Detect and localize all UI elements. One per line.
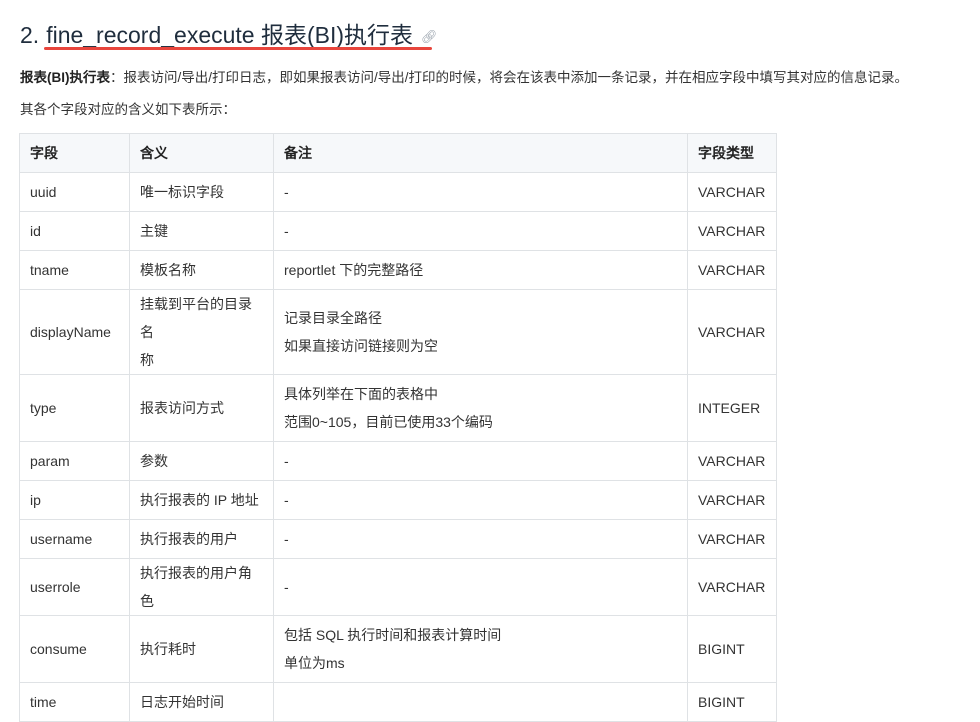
cell-meaning-line: 称 [140,352,154,368]
cell-remark-line: reportlet 下的完整路径 [284,262,424,278]
cell-field: type [19,374,130,442]
intro-bold-term: 报表(BI)执行表 [20,70,110,85]
cell-field: username [19,519,130,559]
cell-remark-line: 包括 SQL 执行时间和报表计算时间 [284,627,502,643]
table-row: id 主键 - VARCHAR [19,211,777,251]
cell-meaning-line: 执行报表的 IP 地址 [140,492,259,508]
cell-field: displayName [19,289,130,375]
table-row: tname 模板名称 reportlet 下的完整路径 VARCHAR [19,250,777,290]
cell-meaning-line: 唯一标识字段 [140,184,224,200]
cell-field: uuid [19,172,130,212]
cell-remark-line: 单位为ms [284,655,345,671]
section-number: 2. [20,22,40,48]
fields-table: 字段 含义 备注 字段类型 uuid 唯一标识字段 - VARCHAR id 主键 - VAR… [19,133,777,722]
cell-meaning: 日志开始时间 [129,682,274,722]
cell-field: tname [19,250,130,290]
cell-meaning-line: 挂载到平台的目录名 [140,296,252,340]
cell-type: BIGINT [687,615,777,683]
table-body: uuid 唯一标识字段 - VARCHAR id 主键 - VARCHAR tname 模板名称 r… [19,172,777,722]
intro-paragraph: 报表(BI)执行表：报表访问/导出/打印日志，即如果报表访问/导出/打印的时候，… [20,68,908,88]
cell-meaning-line: 报表访问方式 [140,400,224,416]
cell-field: id [19,211,130,251]
intro-text: ：报表访问/导出/打印日志，即如果报表访问/导出/打印的时候，将会在该表中添加一… [110,70,909,85]
table-row: time 日志开始时间 BIGINT [19,682,777,722]
cell-meaning: 主键 [129,211,274,251]
cell-remark-line: - [284,453,289,469]
cell-type: VARCHAR [687,519,777,559]
cell-meaning: 参数 [129,441,274,481]
cell-remark: - [273,480,688,520]
table-row: uuid 唯一标识字段 - VARCHAR [19,172,777,212]
cell-type: VARCHAR [687,441,777,481]
cell-remark: 包括 SQL 执行时间和报表计算时间 单位为ms [273,615,688,683]
cell-type: VARCHAR [687,289,777,375]
cell-field: ip [19,480,130,520]
cell-remark-line: - [284,223,289,239]
table-header-row: 字段 含义 备注 字段类型 [19,133,777,173]
header-type: 字段类型 [687,133,777,173]
header-field: 字段 [19,133,130,173]
cell-remark: 记录目录全路径如果直接访问链接则为空 [273,289,688,375]
cell-remark-line: 如果直接访问链接则为空 [284,338,438,354]
cell-meaning: 执行报表的用户 [129,519,274,559]
cell-field: consume [19,615,130,683]
cell-remark: - [273,558,688,616]
table-row: type 报表访问方式 具体列举在下面的表格中 范围0~105，目前已使用33个编码 I… [19,374,777,442]
cell-type: VARCHAR [687,211,777,251]
cell-meaning: 执行耗时 [129,615,274,683]
cell-meaning-line: 执行耗时 [140,641,196,657]
table-row: displayName 挂载到平台的目录名称记录目录全路径 如果直接访问链接则为空 V… [19,289,777,375]
cell-meaning: 唯一标识字段 [129,172,274,212]
cell-remark: - [273,172,688,212]
table-row: param 参数 - VARCHAR [19,441,777,481]
cell-remark: - [273,519,688,559]
cell-type: VARCHAR [687,250,777,290]
cell-meaning: 报表访问方式 [129,374,274,442]
cell-remark-line: - [284,531,289,547]
cell-type: BIGINT [687,682,777,722]
cell-remark-line: 范围0~105，目前已使用33个编码 [284,414,493,430]
cell-meaning: 模板名称 [129,250,274,290]
cell-remark: - [273,441,688,481]
cell-field: userrole [19,558,130,616]
cell-meaning: 挂载到平台的目录名称 [129,289,274,375]
heading-underline [44,47,432,50]
cell-type: VARCHAR [687,480,777,520]
cell-remark: - [273,211,688,251]
cell-meaning-line: 主键 [140,223,168,239]
cell-remark: 具体列举在下面的表格中范围0~105，目前已使用33个编码 [273,374,688,442]
section-title: fine_record_execute 报表(BI)执行表 [46,22,414,48]
cell-type: VARCHAR [687,172,777,212]
cell-meaning: 执行报表的用户角色 [129,558,274,616]
cell-remark-line: 记录目录全路径 [284,310,382,326]
cell-meaning: 执行报表的 IP 地址 [129,480,274,520]
cell-meaning-line: 参数 [140,453,168,469]
cell-remark: reportlet 下的完整路径 [273,250,688,290]
table-description: 其各个字段对应的含义如下表所示： [20,102,236,117]
table-row: username 执行报表的用户 - VARCHAR [19,519,777,559]
table-row: userrole 执行报表的用户角色 - VARCHAR [19,558,777,616]
cell-meaning-line: 模板名称 [140,262,196,278]
cell-field: time [19,682,130,722]
cell-remark [273,682,688,722]
cell-meaning-line: 执行报表的用户 [140,531,238,547]
cell-remark-line: - [284,492,289,508]
header-meaning: 含义 [129,133,274,173]
cell-type: INTEGER [687,374,777,442]
table-row: consume 执行耗时 包括 SQL 执行时间和报表计算时间 单位为ms BIGINT [19,615,777,683]
cell-remark-line: - [284,184,289,200]
table-row: ip 执行报表的 IP 地址 - VARCHAR [19,480,777,520]
header-remark: 备注 [273,133,688,173]
cell-remark-line: - [284,579,289,595]
cell-type: VARCHAR [687,558,777,616]
cell-remark-line: 具体列举在下面的表格中 [284,386,438,402]
cell-meaning-line: 日志开始时间 [140,694,224,710]
cell-field: param [19,441,130,481]
cell-meaning-line: 执行报表的用户角色 [140,565,252,609]
